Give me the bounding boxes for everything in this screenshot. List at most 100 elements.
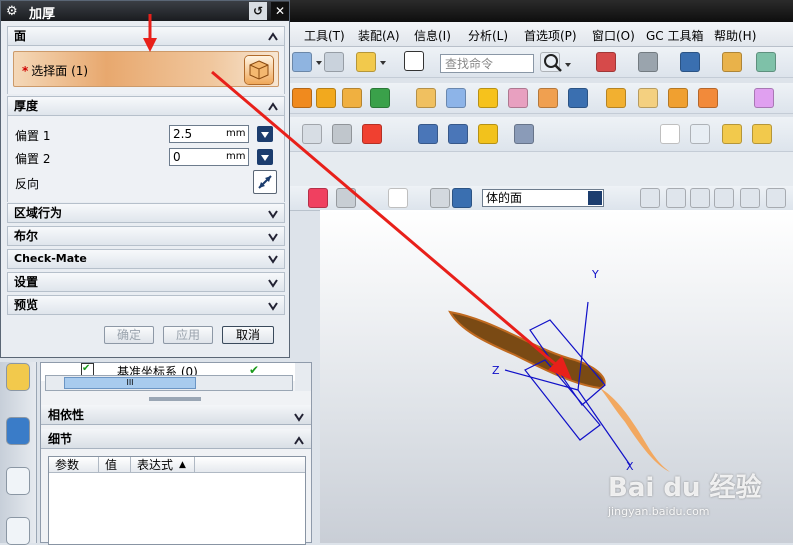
redo-icon[interactable] — [324, 52, 344, 72]
select-face-row[interactable]: * 选择面 (1) — [13, 51, 279, 87]
arc-icon[interactable] — [714, 188, 734, 208]
find-dropdown-icon[interactable] — [565, 63, 571, 67]
close-icon[interactable]: ✕ — [271, 2, 289, 20]
offset2-menu-button[interactable] — [257, 149, 273, 165]
chevron-up-icon[interactable] — [267, 30, 279, 42]
column-parameter[interactable]: 参数 — [49, 457, 99, 473]
menu-help[interactable]: 帮助(H) — [714, 27, 756, 44]
search-icon[interactable] — [542, 53, 564, 73]
hole-icon[interactable] — [416, 88, 436, 108]
select-faces-icon[interactable] — [430, 188, 450, 208]
apply-button[interactable]: 应用 — [163, 326, 213, 344]
splitter-handle[interactable] — [149, 397, 201, 401]
curve-icon[interactable] — [302, 124, 322, 144]
weld-icon[interactable] — [514, 124, 534, 144]
render-style-icon[interactable] — [638, 52, 658, 72]
history-icon[interactable] — [7, 418, 29, 444]
gear-icon[interactable] — [478, 124, 498, 144]
layer-icon[interactable] — [722, 52, 742, 72]
mesh-icon[interactable] — [698, 88, 718, 108]
snap-icon[interactable] — [336, 188, 356, 208]
ok-button[interactable]: 确定 — [104, 326, 154, 344]
select-body-icon[interactable] — [452, 188, 472, 208]
unite-icon[interactable] — [342, 88, 362, 108]
offset2-input[interactable]: 0 mm — [169, 148, 249, 166]
table-icon[interactable] — [690, 124, 710, 144]
section-region-header[interactable]: 区域行为 — [7, 203, 285, 223]
menu-window[interactable]: 窗口(O) — [592, 27, 635, 44]
rotate-icon[interactable] — [666, 188, 686, 208]
cancel-button[interactable]: 取消 — [222, 326, 274, 344]
reset-icon[interactable]: ↺ — [249, 2, 267, 20]
select-face-button[interactable] — [245, 56, 273, 84]
shell-icon[interactable] — [538, 88, 558, 108]
chevron-down-icon[interactable] — [293, 409, 305, 422]
line-icon[interactable] — [690, 188, 710, 208]
triangle-icon[interactable] — [660, 124, 680, 144]
chevron-down-icon[interactable] — [588, 191, 602, 205]
offset-face-icon[interactable] — [478, 88, 498, 108]
wcs-icon[interactable] — [756, 52, 776, 72]
shaded-icon[interactable] — [680, 52, 700, 72]
part-navigator-icon[interactable] — [7, 364, 29, 390]
chevron-up-icon[interactable] — [293, 433, 305, 445]
details-header[interactable]: 细节 — [41, 429, 311, 449]
tangent-icon[interactable] — [740, 188, 760, 208]
section-preview-header[interactable]: 预览 — [7, 295, 285, 315]
type-filter-icon[interactable] — [308, 188, 328, 208]
menu-gc-toolbox[interactable]: GC 工具箱 — [646, 27, 704, 44]
undo-icon[interactable] — [292, 52, 312, 72]
draft-icon[interactable] — [638, 88, 658, 108]
section-boolean-header[interactable]: 布尔 — [7, 226, 285, 246]
move-icon[interactable] — [640, 188, 660, 208]
trim-body-icon[interactable] — [508, 88, 528, 108]
command-search-input[interactable]: 查找命令 — [440, 54, 534, 73]
section-settings-header[interactable]: 设置 — [7, 272, 285, 292]
spring-icon[interactable] — [448, 124, 468, 144]
menu-assembly[interactable]: 装配(A) — [358, 27, 400, 44]
scrollbar-thumb[interactable]: III — [64, 377, 196, 389]
menu-tools[interactable]: 工具(T) — [304, 27, 345, 44]
box-select-icon[interactable] — [388, 188, 408, 208]
section-face-header[interactable]: 面 — [7, 26, 285, 46]
column-value[interactable]: 值 — [99, 457, 131, 473]
chevron-down-icon[interactable] — [267, 299, 279, 311]
chevron-up-icon[interactable] — [267, 100, 279, 112]
chevron-down-icon[interactable] — [267, 253, 279, 265]
sweep-icon[interactable] — [668, 88, 688, 108]
chevron-down-icon[interactable] — [267, 276, 279, 288]
offset1-input[interactable]: 2.5 mm — [169, 125, 249, 143]
horizontal-scrollbar[interactable]: III — [45, 375, 293, 391]
view-dropdown-icon[interactable] — [380, 61, 386, 65]
annotation-icon[interactable] — [722, 124, 742, 144]
measure-icon[interactable] — [362, 124, 382, 144]
reverse-direction-button[interactable] — [253, 170, 277, 194]
chevron-down-icon[interactable] — [267, 230, 279, 242]
offset1-menu-button[interactable] — [257, 126, 273, 142]
pattern-icon[interactable] — [316, 88, 336, 108]
information-icon[interactable] — [404, 51, 424, 71]
cylinder-icon[interactable] — [418, 124, 438, 144]
fit-view-icon[interactable] — [596, 52, 616, 72]
web-browser-icon[interactable] — [7, 468, 29, 494]
chevron-down-icon[interactable] — [267, 207, 279, 219]
surface-icon[interactable] — [446, 88, 466, 108]
chamfer-icon[interactable] — [606, 88, 626, 108]
column-expression[interactable]: 表达式 ▲ — [131, 457, 195, 473]
section-thickness-header[interactable]: 厚度 — [7, 96, 285, 116]
move-object-icon[interactable] — [754, 88, 774, 108]
extrude-icon[interactable] — [292, 88, 312, 108]
blend-icon[interactable] — [568, 88, 588, 108]
clock-icon[interactable] — [7, 518, 29, 544]
view-orient-icon[interactable] — [356, 52, 376, 72]
settings-gear-icon[interactable]: ⚙ — [6, 4, 18, 19]
undo-dropdown-icon[interactable] — [316, 61, 322, 65]
vertical-scrollbar[interactable] — [295, 363, 311, 391]
menu-analysis[interactable]: 分析(L) — [468, 27, 508, 44]
menu-info[interactable]: 信息(I) — [414, 27, 451, 44]
project-icon[interactable] — [332, 124, 352, 144]
selection-filter-select[interactable]: 体的面 — [482, 189, 604, 207]
section-checkmate-header[interactable]: Check-Mate — [7, 249, 285, 269]
datum-icon[interactable] — [370, 88, 390, 108]
perpendicular-icon[interactable] — [766, 188, 786, 208]
